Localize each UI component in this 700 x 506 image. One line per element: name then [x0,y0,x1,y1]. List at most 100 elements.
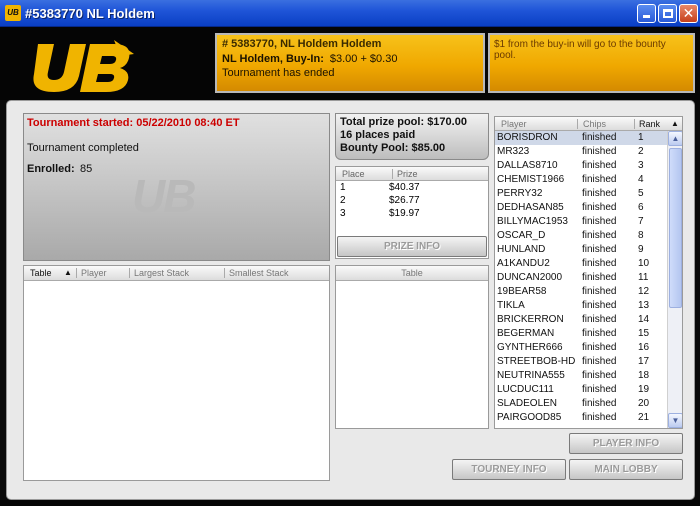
buyin-value: $3.00 + $0.30 [329,53,398,65]
player-list[interactable]: Player Chips Rank ▲ BORISDRON finished 1 MR… [494,116,683,429]
prize-amount: $19.97 [389,208,420,219]
column-player[interactable]: Player [76,268,107,278]
player-chips: finished [582,412,617,423]
player-name: BRICKERRON [497,314,564,325]
player-row[interactable]: DUNCAN2000 finished 11 [495,271,682,285]
player-name: BEGERMAN [497,328,555,339]
column-prize[interactable]: Prize [392,169,418,179]
player-name: OSCAR_D [497,230,546,241]
player-rank: 8 [638,230,644,241]
main-lobby-button[interactable]: MAIN LOBBY [569,459,683,480]
prize-summary: Total prize pool: $170.00 16 places paid… [335,113,489,160]
prize-row: 3 $19.97 [336,207,488,220]
maximize-button[interactable] [658,4,677,23]
player-name: LUCDUC111 [497,384,554,395]
player-row[interactable]: PERRY32 finished 5 [495,187,682,201]
player-rank: 14 [638,314,650,325]
minimize-button[interactable] [637,4,656,23]
player-rank: 18 [638,370,650,381]
column-place[interactable]: Place [342,169,365,179]
player-name: DALLAS8710 [497,160,558,171]
player-name: NEUTRINA555 [497,370,565,381]
ub-logo [33,40,134,92]
tables-list[interactable]: Table ▲ Player Largest Stack Smallest St… [23,265,330,481]
player-rank: 15 [638,328,650,339]
column-largest-stack[interactable]: Largest Stack [129,268,189,278]
player-name: PAIRGOOD85 [497,412,562,423]
column-rank[interactable]: Rank [634,119,660,129]
player-list-scrollbar[interactable]: ▲ ▼ [667,131,682,428]
tourney-info-button[interactable]: TOURNEY INFO [452,459,566,480]
prize-amount: $26.77 [389,195,420,206]
column-chips[interactable]: Chips [577,119,606,129]
player-chips: finished [582,216,617,227]
player-row[interactable]: A1KANDU2 finished 10 [495,257,682,271]
player-row[interactable]: DALLAS8710 finished 3 [495,159,682,173]
player-row[interactable]: MR323 finished 2 [495,145,682,159]
player-row[interactable]: PAIRGOOD85 finished 21 [495,411,682,425]
column-table-secondary[interactable]: Table [336,266,488,281]
player-chips: finished [582,370,617,381]
player-name: BILLYMAC1953 [497,216,568,227]
player-row[interactable]: BILLYMAC1953 finished 7 [495,215,682,229]
player-row[interactable]: LUCDUC111 finished 19 [495,383,682,397]
player-info-button[interactable]: PLAYER INFO [569,433,683,454]
scroll-up-icon[interactable]: ▲ [668,131,682,146]
column-smallest-stack[interactable]: Smallest Stack [224,268,289,278]
player-name: PERRY32 [497,188,543,199]
player-name: BORISDRON [497,132,558,143]
player-rank: 1 [638,132,644,143]
window-title: #5383770 NL Holdem [25,6,155,21]
bounty-pool-line: Bounty Pool: $85.00 [340,142,446,154]
completed-text: Tournament completed [27,142,139,154]
player-row[interactable]: HUNLAND finished 9 [495,243,682,257]
sort-ascending-icon: ▲ [64,268,72,277]
started-label: Tournament started: [27,117,134,129]
player-row[interactable]: GYNTHER666 finished 16 [495,341,682,355]
player-row[interactable]: BORISDRON finished 1 [495,131,682,145]
close-button[interactable]: ✕ [679,4,698,23]
ub-watermark-logo: UB [132,170,196,222]
player-row[interactable]: OSCAR_D finished 8 [495,229,682,243]
player-name: DUNCAN2000 [497,272,563,283]
buyin-label: NL Holdem, Buy-In: [222,53,324,65]
player-row[interactable]: BRICKERRON finished 14 [495,313,682,327]
player-rank: 20 [638,398,650,409]
maximize-icon [663,9,673,18]
player-chips: finished [582,356,617,367]
player-chips: finished [582,300,617,311]
player-row[interactable]: NEUTRINA555 finished 18 [495,369,682,383]
prize-amount: $40.37 [389,182,420,193]
prize-row: 2 $26.77 [336,194,488,207]
scroll-down-icon[interactable]: ▼ [668,413,682,428]
bounty-note: $1 from the buy-in will go to the bounty… [488,33,695,93]
player-row[interactable]: 19BEAR58 finished 12 [495,285,682,299]
tournament-started: Tournament started: 05/22/2010 08:40 ET [27,117,240,129]
player-row[interactable]: TIKLA finished 13 [495,299,682,313]
player-name: GYNTHER666 [497,342,563,353]
player-chips: finished [582,398,617,409]
player-rank: 12 [638,286,650,297]
status-panel: Tournament started: 05/22/2010 08:40 ET … [23,113,330,261]
player-row[interactable]: DEDHASAN85 finished 6 [495,201,682,215]
player-row[interactable]: SLADEOLEN finished 20 [495,397,682,411]
player-rank: 21 [638,412,650,423]
player-name: CHEMIST1966 [497,174,565,185]
column-player[interactable]: Player [501,119,527,129]
player-chips: finished [582,202,617,213]
player-name: DEDHASAN85 [497,202,564,213]
player-name: MR323 [497,146,530,157]
scroll-thumb[interactable] [669,148,682,308]
player-chips: finished [582,230,617,241]
prize-info-button[interactable]: PRIZE INFO [337,236,487,257]
title-bar[interactable]: UB #5383770 NL Holdem ✕ [0,0,700,27]
prize-place: 3 [340,208,346,219]
player-row[interactable]: STREETBOB-HD finished 17 [495,355,682,369]
player-row[interactable]: BEGERMAN finished 15 [495,327,682,341]
player-chips: finished [582,384,617,395]
window-bottom-border [0,500,700,506]
player-row[interactable]: CHEMIST1966 finished 4 [495,173,682,187]
table-players-list[interactable]: Table [335,265,489,429]
column-table[interactable]: Table [30,268,52,278]
prize-row: 1 $40.37 [336,181,488,194]
